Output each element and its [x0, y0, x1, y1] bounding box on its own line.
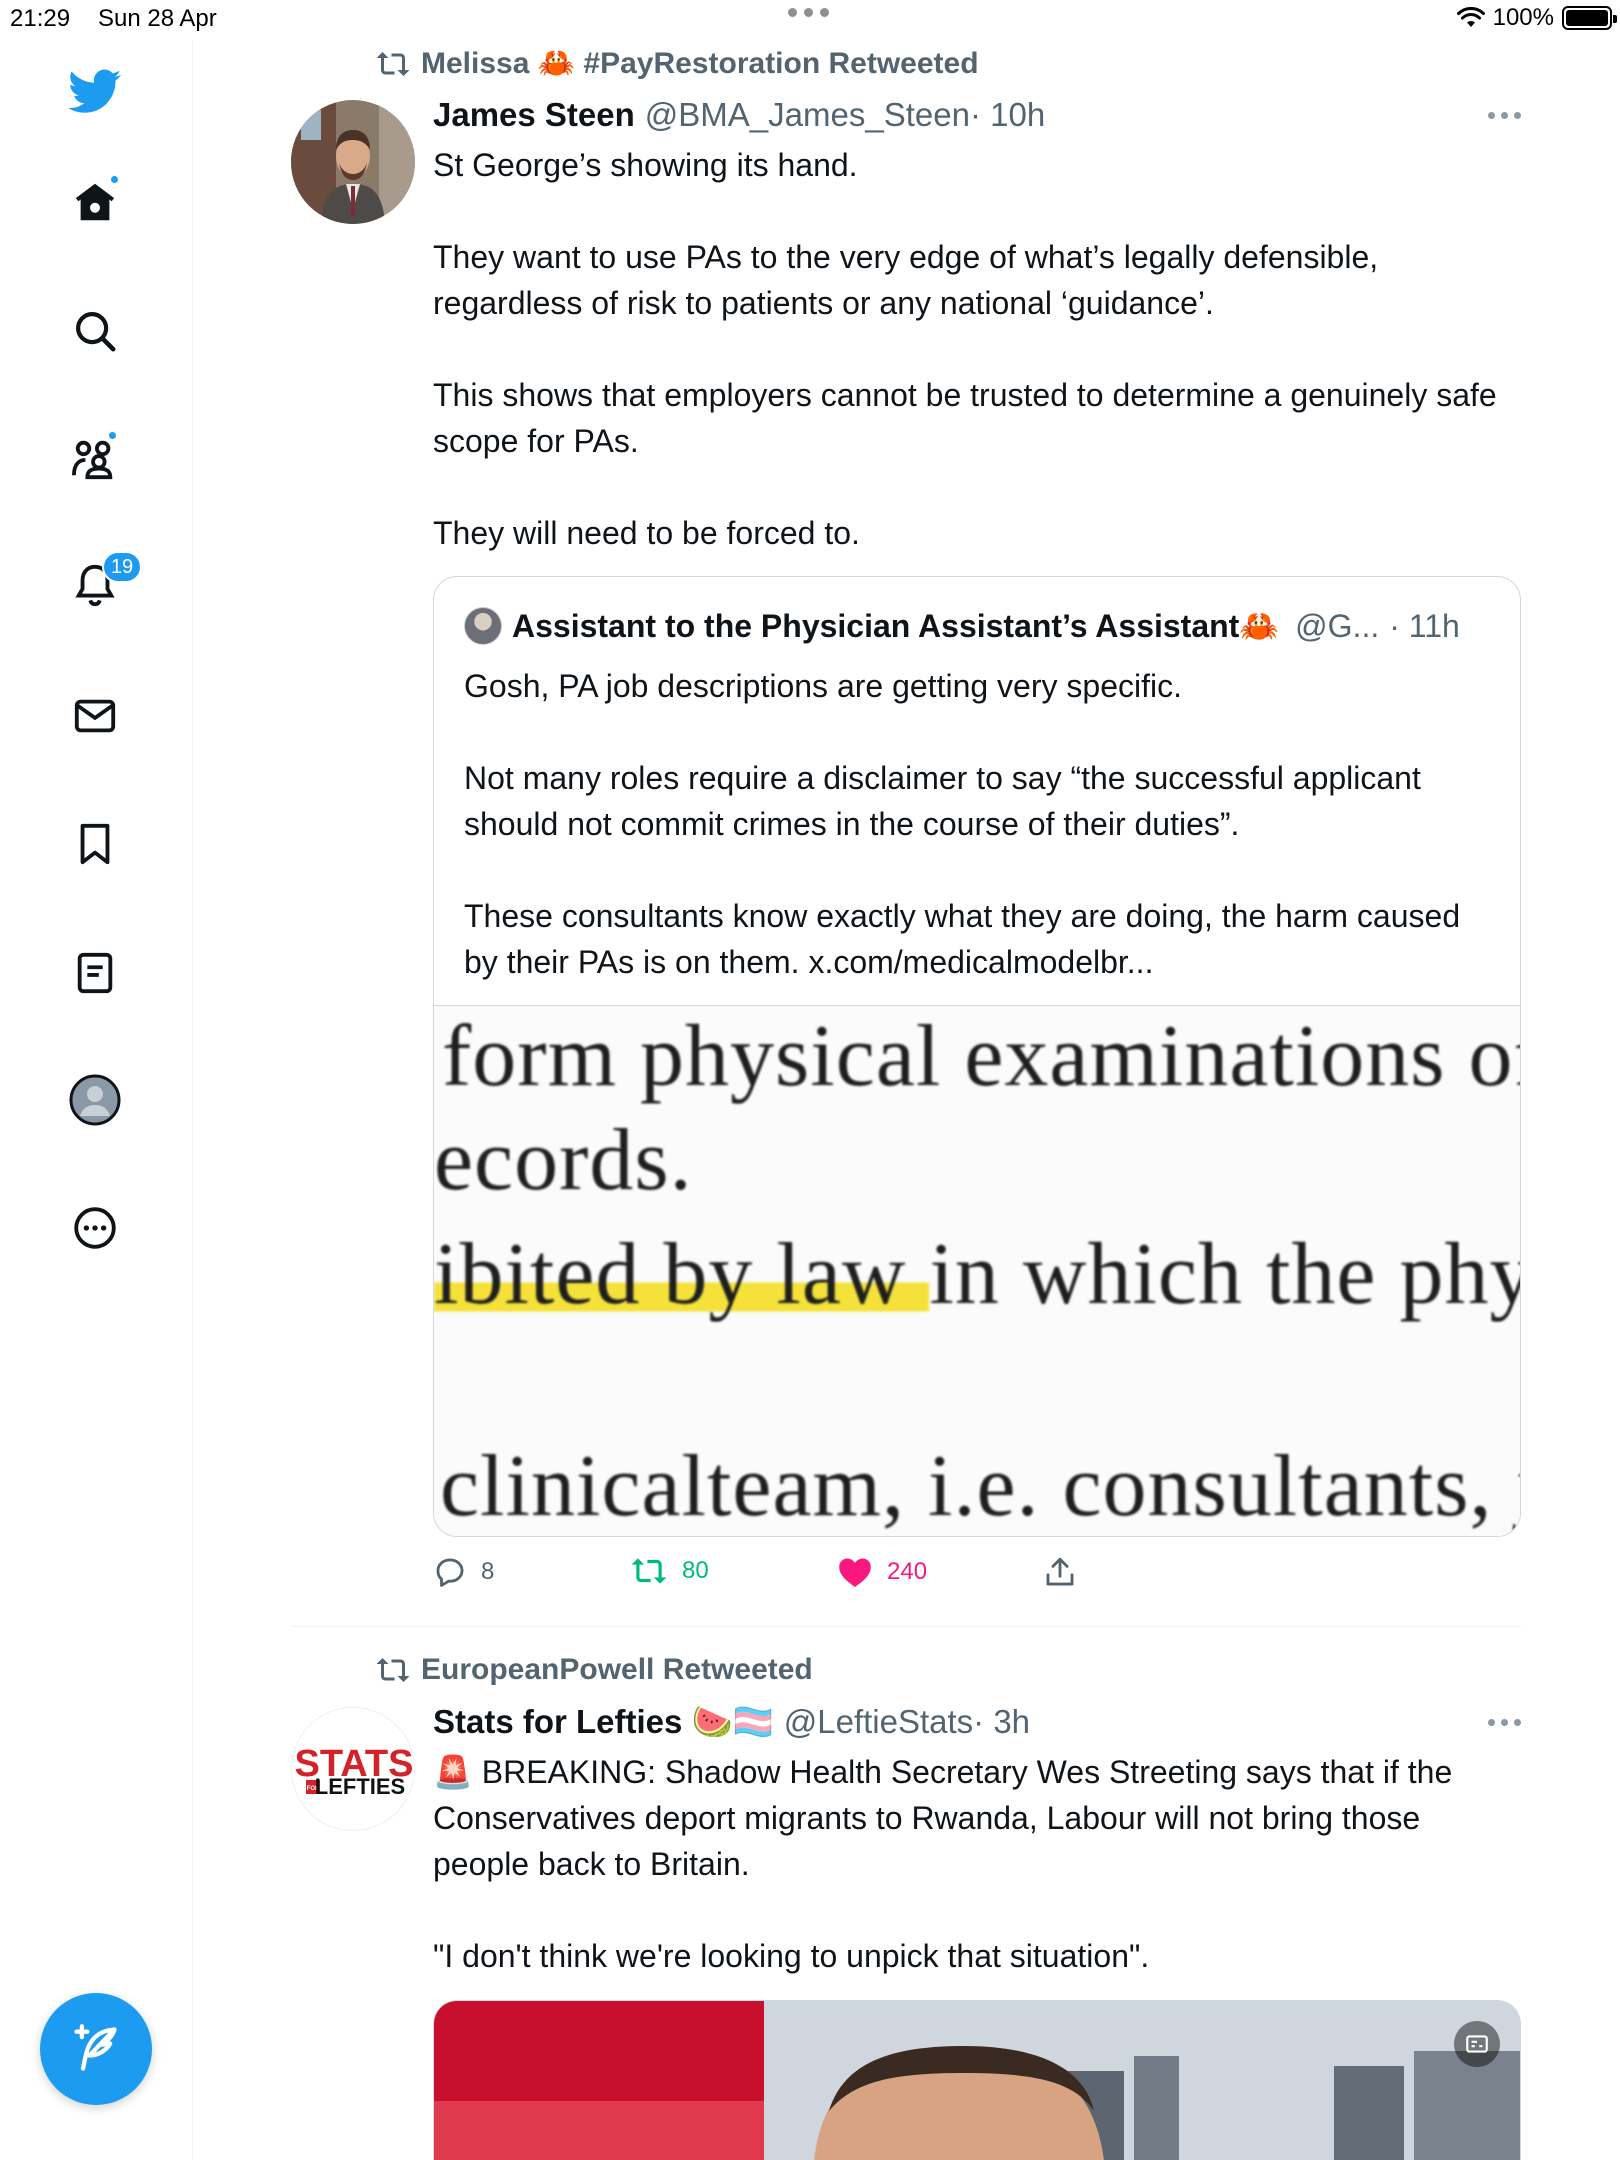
quoted-text-line: These consultants know exactly what they… — [464, 898, 1461, 980]
reply-button[interactable]: 8 — [433, 1555, 494, 1589]
status-date: Sun 28 Apr — [98, 5, 217, 32]
tweet-text-line: "I don't think we're looking to unpick t… — [433, 1938, 1150, 1974]
compose-tweet-button[interactable] — [40, 1993, 152, 2105]
home-icon[interactable] — [65, 172, 125, 232]
author-name[interactable]: James Steen — [433, 96, 635, 134]
tweet-action-bar: 8 80 240 — [433, 1555, 1133, 1595]
retweet-icon — [376, 51, 410, 76]
compose-feather-icon — [74, 2024, 117, 2071]
search-icon[interactable] — [65, 301, 125, 361]
retweeted-by-label: Melissa 🦀 #PayRestoration Retweeted — [421, 47, 979, 80]
tweet-header: Stats for Lefties 🍉🏳️‍⚧️ @LeftieStats · … — [433, 1703, 1030, 1742]
retweeted-by-label: EuropeanPowell Retweeted — [421, 1653, 813, 1686]
retweet-icon — [376, 1658, 410, 1682]
retweet-button[interactable]: 80 — [630, 1555, 709, 1587]
image-text-line: form physical examinations of — [442, 1008, 1521, 1105]
twitter-bird-icon[interactable] — [65, 62, 125, 122]
quoted-tweet-timestamp: · 11h — [1389, 607, 1460, 644]
home-unread-dot — [109, 174, 120, 185]
tweet-text-line: They want to use PAs to the very edge of… — [433, 239, 1379, 321]
status-time: 21:29 — [10, 5, 71, 32]
image-text-line: clinicalteam, i.e. consultants, j — [440, 1438, 1521, 1535]
video-thumbnail — [434, 2001, 1520, 2160]
notifications-bell-icon[interactable]: 19 — [65, 551, 142, 615]
battery-icon — [1562, 6, 1617, 30]
quoted-tweet-text: Gosh, PA job descriptions are getting ve… — [464, 663, 1494, 985]
multitasking-dots-icon[interactable] — [788, 8, 829, 17]
tweet-divider — [291, 1626, 1521, 1627]
retweet-icon — [631, 1558, 667, 1584]
tweet-more-icon[interactable] — [1488, 1719, 1521, 1726]
image-text-line: ibited by law in which the physi — [434, 1224, 1520, 1325]
author-name[interactable]: Stats for Lefties 🍉🏳️‍⚧️ — [433, 1703, 774, 1742]
wifi-icon — [1456, 7, 1485, 27]
lists-icon[interactable] — [65, 943, 125, 1003]
profile-avatar-icon[interactable] — [65, 1070, 125, 1130]
image-highlighted-text: ibited by law — [434, 1226, 930, 1323]
tweet-timestamp[interactable]: · 10h — [970, 96, 1045, 134]
media-settings-icon[interactable] — [1454, 2021, 1500, 2067]
quoted-tweet-header: Assistant to the Physician Assistant’s A… — [464, 607, 1460, 645]
messages-envelope-icon[interactable] — [65, 686, 125, 746]
stats-for-lefties-avatar[interactable]: STATS FOR LEFTIES — [291, 1707, 415, 1831]
notifications-count-badge: 19 — [102, 551, 142, 583]
twitter-ipad-timeline: 21:29 Sun 28 Apr 100% 19 Melissa 🦀 #PayR… — [0, 0, 1620, 2160]
quoted-text-line: Not many roles require a disclaimer to s… — [464, 760, 1421, 842]
reply-count: 8 — [481, 1558, 495, 1585]
battery-percent: 100% — [1492, 4, 1554, 31]
retweet-context[interactable]: EuropeanPowell Retweeted — [375, 1653, 813, 1687]
quoted-author-avatar — [464, 607, 502, 645]
quoted-tweet-image[interactable]: form physical examinations of ecords. ib… — [434, 1005, 1521, 1536]
tweet-video-media[interactable] — [433, 2000, 1521, 2160]
tweet-header: James Steen @BMA_James_Steen · 10h — [433, 96, 1045, 134]
tweet-text-line: St George’s showing its hand. — [433, 147, 858, 183]
heart-filled-icon — [839, 1558, 871, 1587]
image-text-line: ecords. — [434, 1112, 693, 1209]
status-indicators: 100% — [1456, 4, 1617, 32]
author-handle[interactable]: @BMA_James_Steen — [645, 96, 970, 134]
tweet-text-line: This shows that employers cannot be trus… — [433, 377, 1497, 459]
more-circle-icon[interactable] — [65, 1198, 125, 1258]
tweet-text-line: They will need to be forced to. — [433, 515, 860, 551]
quoted-text-line: Gosh, PA job descriptions are getting ve… — [464, 668, 1182, 704]
share-icon — [1046, 1557, 1074, 1586]
tweet-more-icon[interactable] — [1488, 112, 1521, 119]
retweet-context[interactable]: Melissa 🦀 #PayRestoration Retweeted — [375, 46, 979, 81]
like-count: 240 — [887, 1558, 928, 1585]
communities-unread-dot — [107, 430, 118, 441]
quoted-tweet-card[interactable]: Assistant to the Physician Assistant’s A… — [433, 576, 1521, 1537]
bookmark-icon[interactable] — [65, 814, 125, 874]
sidebar-nav: 19 — [0, 40, 193, 2160]
tweet-timestamp[interactable]: · 3h — [973, 1703, 1030, 1741]
reply-icon — [436, 1558, 464, 1587]
image-text-fragment: in which the physi — [929, 1226, 1520, 1323]
like-button[interactable]: 240 — [837, 1555, 927, 1589]
share-button[interactable] — [1043, 1555, 1077, 1589]
quoted-author-name: Assistant to the Physician Assistant’s A… — [512, 608, 1280, 644]
tweet-text: St George’s showing its hand. They want … — [433, 142, 1523, 556]
retweet-count: 80 — [682, 1557, 709, 1584]
quoted-author-handle: @G... — [1295, 607, 1380, 644]
author-handle[interactable]: @LeftieStats — [784, 1703, 973, 1741]
avatar-logo-text: LEFTIES — [315, 1774, 405, 1799]
ios-status-bar: 21:29 Sun 28 Apr 100% — [0, 0, 1620, 40]
tweet-text: 🚨 BREAKING: Shadow Health Secretary Wes … — [433, 1749, 1523, 1979]
communities-icon[interactable] — [65, 428, 125, 488]
james-steen-avatar[interactable] — [291, 100, 415, 224]
tweet-text-line: 🚨 BREAKING: Shadow Health Secretary Wes … — [433, 1754, 1453, 1882]
